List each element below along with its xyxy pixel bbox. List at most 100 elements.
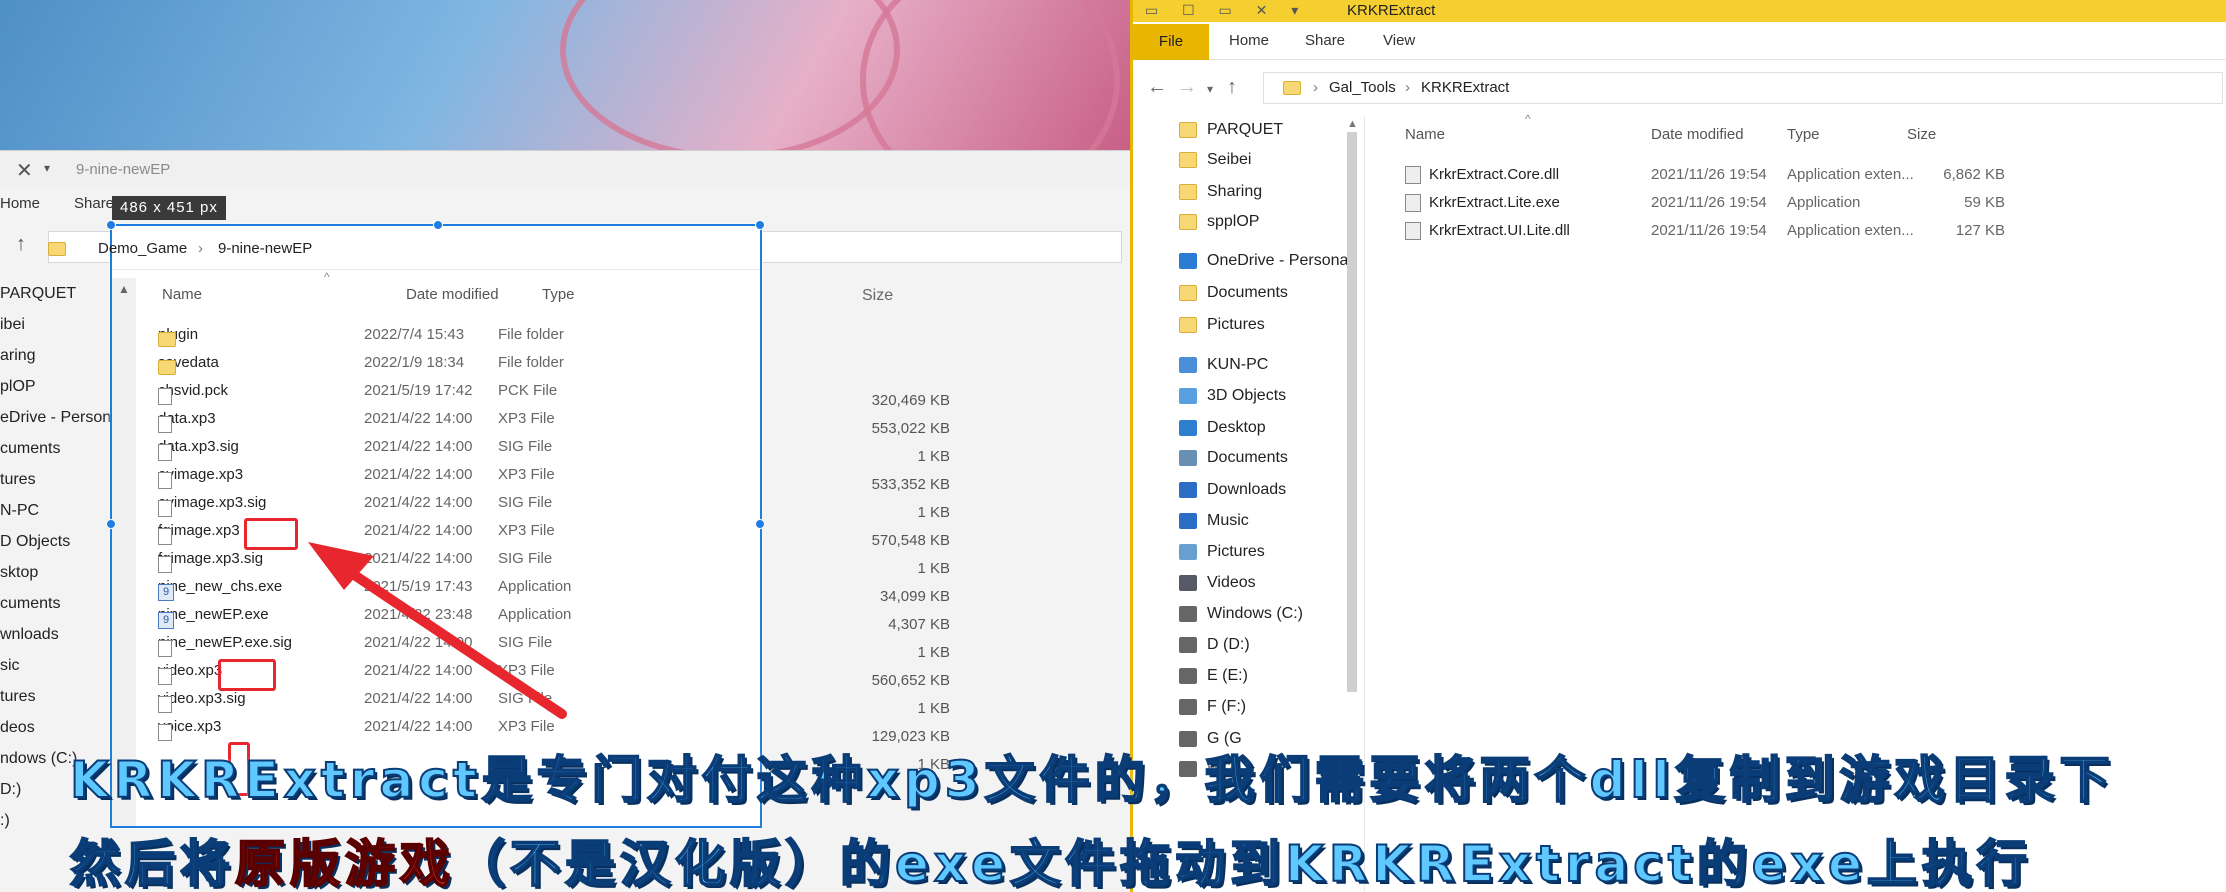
- nav-item-label: KUN-PC: [1207, 355, 1269, 373]
- size-column: 320,469 KB 553,022 KB 1 KB 533,352 KB 1 KB 57…: [850, 331, 950, 779]
- scroll-thumb[interactable]: [1347, 132, 1357, 692]
- nav-item[interactable]: KUN-PC: [1179, 351, 1268, 379]
- nav-item[interactable]: Documents: [1179, 444, 1288, 472]
- back-arrow-icon[interactable]: ←: [1147, 76, 1167, 99]
- nav-scrollbar[interactable]: ▲: [1343, 118, 1361, 758]
- close-icon[interactable]: ✕: [16, 158, 33, 183]
- nav-item-label: Documents: [1207, 449, 1288, 467]
- column-header-name[interactable]: Name: [1405, 126, 1445, 143]
- nav-item[interactable]: N-PC: [0, 502, 39, 520]
- recent-locations-chevron-icon[interactable]: ▾: [1207, 82, 1213, 96]
- nav-item[interactable]: :): [0, 812, 10, 830]
- nav-item-label: Pictures: [1207, 315, 1265, 333]
- nav-item[interactable]: eDrive - Personal: [0, 409, 124, 427]
- nav-item[interactable]: Documents: [1179, 279, 1288, 307]
- file-row[interactable]: KrkrExtract.Core.dll 2021/11/26 19:54 Appl…: [1395, 160, 2226, 188]
- scroll-up-icon[interactable]: ▲: [1347, 118, 1358, 130]
- nav-item-label: F (F:): [1207, 697, 1247, 715]
- tab-view[interactable]: View: [1383, 32, 1415, 49]
- nav-item[interactable]: deos: [0, 719, 35, 737]
- breadcrumb-krkrextract[interactable]: KRKRExtract: [1421, 79, 1509, 96]
- breadcrumb-gal-tools[interactable]: Gal_Tools: [1329, 79, 1396, 96]
- file-row[interactable]: KrkrExtract.Lite.exe 2021/11/26 19:54 Appl…: [1395, 188, 2226, 216]
- nav-item[interactable]: Seibei: [1179, 146, 1251, 174]
- size-cell: 320,469 KB: [871, 392, 950, 409]
- nav-item[interactable]: PARQUET: [0, 285, 76, 303]
- resize-handle[interactable]: [755, 519, 765, 529]
- nav-item[interactable]: sktop: [0, 564, 38, 582]
- quick-access-toolbar[interactable]: ▭ ☐ ▭ ✕ ▾: [1145, 2, 1308, 19]
- subtitle-line-1: KRKRExtract是专门对付这种xp3文件的，我们需要将两个dll复制到游戏…: [69, 750, 2115, 810]
- file-row[interactable]: KrkrExtract.UI.Lite.dll 2021/11/26 19:54 A…: [1395, 216, 2226, 244]
- up-arrow-icon[interactable]: ↑: [1227, 76, 1237, 99]
- nav-item[interactable]: D Objects: [0, 533, 70, 551]
- column-header-type[interactable]: Type: [1787, 126, 1820, 143]
- nav-item[interactable]: ndows (C:): [0, 750, 77, 768]
- folder-icon: [1179, 214, 1197, 231]
- nav-item[interactable]: tures: [0, 471, 36, 489]
- nav-item-label: Music: [1207, 511, 1249, 529]
- resize-handle[interactable]: [106, 519, 116, 529]
- nav-item-label: Videos: [1207, 573, 1256, 591]
- up-arrow-icon[interactable]: ↑: [16, 233, 26, 256]
- column-header-date-modified[interactable]: Date modified: [1651, 126, 1744, 143]
- file-size: 59 KB: [1964, 194, 2005, 211]
- chevron-down-icon[interactable]: ▾: [44, 161, 50, 175]
- breadcrumb-separator: ›: [1405, 79, 1410, 96]
- file-name-cell: KrkrExtract.Core.dll: [1405, 166, 1560, 185]
- resize-handle[interactable]: [755, 220, 765, 230]
- nav-item[interactable]: wnloads: [0, 626, 59, 644]
- desktop-wallpaper: [0, 0, 1130, 200]
- nav-item[interactable]: Desktop: [1179, 414, 1266, 442]
- drive-icon: [1179, 698, 1197, 715]
- nav-item-label: Desktop: [1207, 419, 1266, 437]
- nav-item[interactable]: Downloads: [1179, 476, 1286, 504]
- screen-capture-selection[interactable]: Demo_Game › 9-nine-newEP ▲ Name ^ Date m…: [48, 220, 765, 828]
- nav-item-label: Downloads: [1207, 481, 1287, 499]
- size-cell: [850, 359, 950, 387]
- nav-item[interactable]: F (F:): [1179, 693, 1246, 721]
- tab-file[interactable]: File: [1133, 24, 1209, 60]
- tab-home[interactable]: Home: [0, 195, 40, 212]
- file-name: KrkrExtract.UI.Lite.dll: [1429, 222, 1570, 239]
- nav-item[interactable]: cuments: [0, 440, 60, 458]
- nav-item[interactable]: ibei: [0, 316, 25, 334]
- file-size: 127 KB: [1955, 222, 2005, 239]
- breadcrumb-folder-icon: [1283, 79, 1301, 96]
- nav-item[interactable]: OneDrive - Personal: [1179, 247, 1352, 275]
- forward-arrow-icon[interactable]: →: [1177, 76, 1197, 99]
- file-date: 2021/11/26 19:54: [1651, 194, 1767, 211]
- nav-item[interactable]: D (D:): [1179, 631, 1250, 659]
- nav-item[interactable]: tures: [0, 688, 36, 706]
- nav-item[interactable]: Videos: [1179, 569, 1256, 597]
- nav-item[interactable]: cuments: [0, 595, 60, 613]
- nav-item[interactable]: Windows (C:): [1179, 600, 1303, 628]
- resize-handle[interactable]: [433, 220, 443, 230]
- nav-item[interactable]: E (E:): [1179, 662, 1248, 690]
- nav-item[interactable]: 3D Objects: [1179, 382, 1286, 410]
- nav-item[interactable]: plOP: [0, 378, 36, 396]
- nav-item[interactable]: D:): [0, 781, 21, 799]
- file-size: 6,862 KB: [1943, 166, 2005, 183]
- drive-icon: [1179, 668, 1197, 685]
- nav-item[interactable]: Pictures: [1179, 538, 1265, 566]
- nav-item[interactable]: sic: [0, 657, 20, 675]
- size-cell: 533,352 KB: [871, 476, 950, 493]
- nav-item[interactable]: aring: [0, 347, 36, 365]
- nav-item[interactable]: Pictures: [1179, 311, 1265, 339]
- tab-share[interactable]: Share: [74, 195, 114, 212]
- resize-handle[interactable]: [106, 220, 116, 230]
- file-name: KrkrExtract.Core.dll: [1429, 166, 1560, 183]
- folder-icon: [1179, 152, 1197, 169]
- title-bar: ✕ ▾ 9-nine-newEP: [0, 151, 1130, 187]
- column-header-size[interactable]: Size: [1907, 126, 1936, 143]
- nav-item[interactable]: Sharing: [1179, 178, 1262, 206]
- tab-share[interactable]: Share: [1305, 32, 1345, 49]
- nav-item[interactable]: spplOP: [1179, 208, 1259, 236]
- nav-item[interactable]: Music: [1179, 507, 1249, 535]
- tab-home[interactable]: Home: [1229, 32, 1269, 49]
- size-cell: 560,652 KB: [871, 672, 950, 689]
- nav-item[interactable]: PARQUET: [1179, 116, 1283, 144]
- column-header-size[interactable]: Size: [862, 287, 893, 305]
- computer-icon: [1179, 356, 1197, 373]
